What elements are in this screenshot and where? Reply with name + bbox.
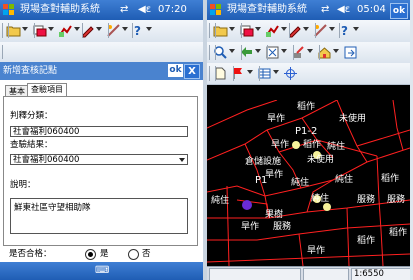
coordinate-cell <box>209 268 301 280</box>
right-toolbar-3 <box>207 63 410 85</box>
map-label: P1-2 <box>295 126 318 137</box>
map-label: 服務 <box>387 195 406 205</box>
chevron-down-icon <box>353 27 359 31</box>
map-label: 旱作 <box>271 140 290 150</box>
left-toolbar-2 <box>0 42 203 63</box>
refresh-icon <box>344 46 357 59</box>
chevron-down-icon <box>146 27 152 31</box>
chevron-down-icon <box>281 49 287 53</box>
chevron-down-icon <box>229 49 235 53</box>
map-label: 純住 <box>311 194 330 204</box>
chevron-down-icon <box>255 49 261 53</box>
draw-tool-icon <box>266 25 279 37</box>
map-label: 純住 <box>291 178 310 188</box>
volume-icon[interactable]: ◀ε <box>138 4 151 16</box>
left-clock: 07:20 <box>158 4 187 15</box>
pass-yes-radio[interactable] <box>85 249 96 260</box>
chevron-down-icon <box>303 27 309 31</box>
chevron-down-icon <box>255 27 261 31</box>
chevron-down-icon <box>229 27 235 31</box>
map-label: 純住 <box>327 142 346 152</box>
map-label: 純住 <box>335 175 354 185</box>
chevron-down-icon <box>22 27 28 31</box>
chevron-down-icon <box>179 158 185 162</box>
status-bar: 1:6550 <box>207 266 410 280</box>
dialog-close-button[interactable]: X <box>184 64 200 79</box>
pass-yes-label: 是 <box>100 249 109 259</box>
left-app-title: 現場查對輔助系統 <box>20 4 100 15</box>
map-label: 旱作 <box>241 222 260 232</box>
pass-label: 是否合格： <box>9 249 52 259</box>
right-toolbar-2 <box>207 42 410 64</box>
map-label: 稻作 <box>389 228 408 238</box>
category-label: 判釋分類： <box>10 111 53 121</box>
map-label: 旱作 <box>267 114 286 124</box>
left-bottom-bar: ⌨ <box>0 262 203 280</box>
draw-tool-icon <box>59 25 72 37</box>
chevron-down-icon <box>273 70 279 74</box>
dialog-header: 新增查核記點 ok X <box>0 62 203 80</box>
status-cell <box>303 268 349 280</box>
left-title-bar: 現場查對輔助系統 ⇄ ◀ε 07:20 <box>0 0 203 20</box>
result-select-value: 社會福利060400 <box>13 155 80 165</box>
crosshair-icon <box>284 67 297 80</box>
map-scale: 1:6550 <box>351 268 410 280</box>
map-label: P1 <box>255 175 268 186</box>
map-label: 未使用 <box>339 114 367 124</box>
tab-inspection-items[interactable]: 查驗項目 <box>27 83 67 97</box>
windows-start-icon[interactable] <box>210 3 222 16</box>
chevron-down-icon <box>307 49 313 53</box>
volume-icon[interactable]: ◀ε <box>337 4 350 16</box>
windows-start-icon[interactable] <box>3 3 15 16</box>
chevron-down-icon <box>122 27 128 31</box>
map-label: 旱作 <box>307 246 326 256</box>
left-device-screen: 現場查對輔助系統 ⇄ ◀ε 07:20 ? 新增查核記點 ok X 基本 查驗項… <box>0 0 203 280</box>
right-clock: 05:04 <box>357 4 386 15</box>
keyboard-icon[interactable]: ⌨ <box>95 265 109 276</box>
dialog-tabs: 基本 查驗項目 <box>0 82 203 97</box>
map-label: 稻作 <box>357 236 376 246</box>
right-toolbar-1: ? <box>207 20 410 43</box>
notes-label: 說明： <box>10 180 36 190</box>
right-title-bar: 現場查對輔助系統 ⇄ ◀ε 05:04 ok <box>207 0 410 20</box>
connectivity-icon: ⇄ <box>120 4 129 15</box>
map-label: 純住 <box>211 196 230 206</box>
dialog-ok-button[interactable]: ok <box>168 64 183 77</box>
chevron-down-icon <box>329 27 335 31</box>
dialog-title: 新增查核記點 <box>3 66 58 76</box>
svg-text:?: ? <box>341 24 348 38</box>
left-toolbar-1: ? <box>0 20 203 43</box>
chevron-down-icon <box>48 27 54 31</box>
chevron-down-icon <box>96 27 102 31</box>
map-label: 稻作 <box>297 102 316 112</box>
right-app-title: 現場查對輔助系統 <box>227 4 307 15</box>
map-label: 服務 <box>357 195 376 205</box>
map-label: 旱作 <box>265 170 284 180</box>
chevron-down-icon <box>247 70 253 74</box>
map-label: 稻作 <box>381 174 400 184</box>
result-label: 查驗結果： <box>10 140 53 150</box>
pass-no-radio[interactable] <box>128 249 139 260</box>
map-label: 未使用 <box>307 155 335 165</box>
result-select[interactable]: 社會福利060400 <box>10 154 188 165</box>
map-label: 服務 <box>273 222 292 232</box>
category-field[interactable]: 社會福利060400 <box>10 126 188 137</box>
right-ok-button[interactable]: ok <box>390 3 408 19</box>
chevron-down-icon <box>333 49 339 53</box>
svg-text:?: ? <box>134 24 141 38</box>
connectivity-icon: ⇄ <box>321 4 330 15</box>
map-canvas[interactable]: 稻作 未使用 旱作 P1-2 旱作 稻作 純住 倉儲設施 未使用 稻作 旱作 P… <box>207 100 410 266</box>
map-label: 倉儲設施 <box>245 157 282 167</box>
notes-textarea[interactable]: 鮮東社區守望相助隊 <box>10 198 188 234</box>
map-label: 果樹 <box>265 210 284 220</box>
map-label: 稻作 <box>303 140 322 150</box>
pass-no-label: 否 <box>142 249 151 259</box>
right-device-screen: 現場查對輔助系統 ⇄ ◀ε 05:04 ok ? 稻作 未使用 旱作 P1-2 … <box>207 0 410 280</box>
